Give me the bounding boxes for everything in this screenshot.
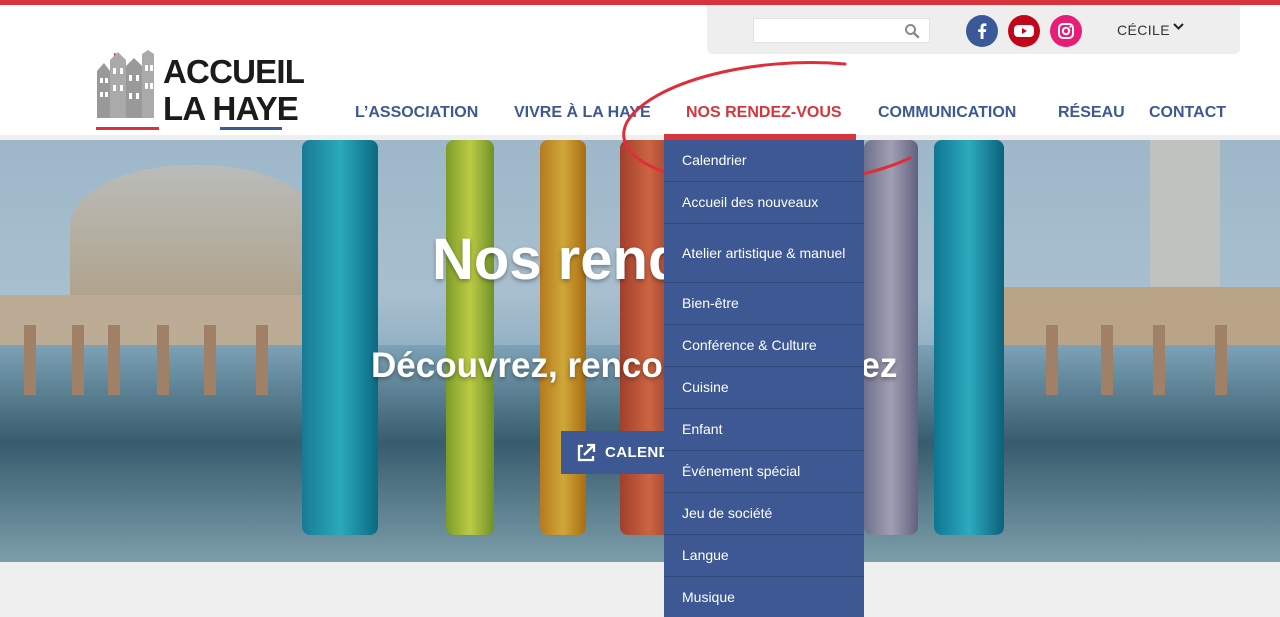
nav-item-vivre-a-la-haye[interactable]: VIVRE À LA HAYE: [514, 104, 651, 128]
instagram-link[interactable]: [1050, 15, 1082, 47]
calendar-button[interactable]: CALEND: [561, 431, 681, 474]
facebook-link[interactable]: [966, 15, 998, 47]
dropdown-item-musique[interactable]: Musique: [664, 577, 864, 617]
youtube-icon: [1014, 25, 1034, 37]
dropdown-item-atelier-artistique-manuel[interactable]: Atelier artistique & manuel: [664, 224, 864, 283]
nav-item-association[interactable]: L’ASSOCIATION: [355, 104, 478, 128]
dropdown-item-evenement-special[interactable]: Événement spécial: [664, 451, 864, 493]
nos-rendez-vous-dropdown: Calendrier Accueil des nouveaux Atelier …: [664, 140, 864, 617]
nav-item-nos-rendez-vous[interactable]: NOS RENDEZ-VOUS: [686, 104, 842, 128]
search-button[interactable]: [898, 18, 926, 43]
hero-subtitle-start: Découvrez, rencor: [371, 346, 677, 385]
nav-item-communication[interactable]: COMMUNICATION: [878, 104, 1016, 128]
instagram-icon: [1058, 23, 1074, 39]
youtube-link[interactable]: [1008, 15, 1040, 47]
logo-line-2: LA HAYE: [163, 90, 299, 127]
dropdown-item-bien-etre[interactable]: Bien-être: [664, 283, 864, 325]
dropdown-item-langue[interactable]: Langue: [664, 535, 864, 577]
dropdown-item-enfant[interactable]: Enfant: [664, 409, 864, 451]
user-menu-label[interactable]: CÉCILE: [1117, 22, 1170, 38]
site-logo[interactable]: ACCUEIL LA HAYE: [96, 48, 305, 132]
search-icon: [905, 23, 920, 38]
nav-item-reseau[interactable]: RÉSEAU: [1058, 104, 1125, 128]
facebook-icon: [978, 23, 987, 39]
logo-text: ACCUEIL LA HAYE: [163, 53, 305, 127]
logo-line-1: ACCUEIL: [163, 53, 305, 90]
dropdown-item-conference-culture[interactable]: Conférence & Culture: [664, 325, 864, 367]
calendar-button-label: CALEND: [605, 444, 670, 461]
dropdown-item-cuisine[interactable]: Cuisine: [664, 367, 864, 409]
houses-logo-icon: [97, 50, 154, 118]
chevron-down-icon[interactable]: [1171, 19, 1186, 34]
dropdown-item-calendrier[interactable]: Calendrier: [664, 140, 864, 182]
dropdown-item-jeu-de-societe[interactable]: Jeu de société: [664, 493, 864, 535]
logo-blue-line: [220, 127, 282, 130]
hero-subtitle: Découvrez, rencor gez: [371, 346, 897, 386]
dropdown-item-accueil-des-nouveaux[interactable]: Accueil des nouveaux: [664, 182, 864, 224]
external-link-icon: [577, 443, 596, 461]
nav-item-contact[interactable]: CONTACT: [1149, 104, 1226, 128]
logo-red-line: [96, 127, 159, 130]
